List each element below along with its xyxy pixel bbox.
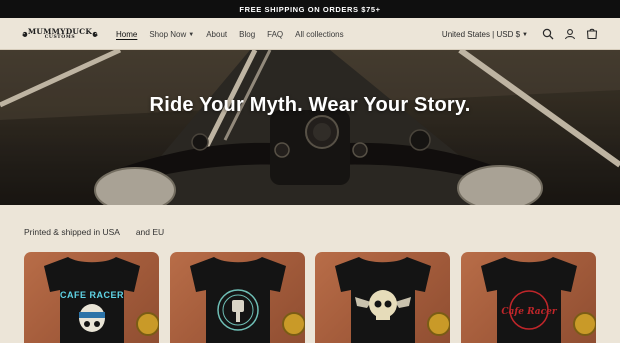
logo-wordmark: MUMMYDUCK CUSTOMS — [27, 26, 93, 41]
nav-all-collections[interactable]: All collections — [295, 30, 343, 39]
tee-print-text: CAFE RACER — [60, 290, 124, 300]
brand-logo[interactable]: MUMMYDUCK CUSTOMS — [22, 24, 98, 44]
hero-banner: Ride Your Myth. Wear Your Story. — [0, 50, 620, 205]
shipping-info-eu: and EU — [135, 227, 165, 237]
search-icon[interactable] — [542, 28, 554, 40]
chevron-down-icon: ▼ — [188, 31, 195, 38]
product-image-winged-skull-tee — [335, 257, 450, 343]
hero-title: Ride Your Myth. Wear Your Story. — [149, 94, 471, 116]
logo-sub-text: CUSTOMS — [44, 35, 76, 40]
hero-motorcycle-image — [0, 50, 620, 205]
product-image-piston-tee — [190, 257, 305, 343]
chevron-down-icon: ▼ — [522, 31, 528, 38]
product-card[interactable]: CAFE RACER — [24, 252, 159, 343]
announcement-text: FREE SHIPPING ON ORDERS $75+ — [239, 4, 381, 14]
product-card[interactable] — [315, 252, 450, 343]
country-selector[interactable]: United States | USD $ ▼ — [442, 30, 528, 39]
account-icon[interactable] — [564, 28, 576, 40]
product-image-cafe-racer-script-tee: Cafe Racer — [481, 257, 596, 343]
country-selector-label: United States | USD $ — [441, 29, 521, 39]
nav-shop-now[interactable]: Shop Now ▼ — [149, 30, 194, 39]
nav-shop-now-label: Shop Now — [149, 29, 187, 39]
duck-right-icon — [92, 31, 98, 37]
product-grid: CAFE RACER Cafe Racer — [24, 252, 596, 343]
announcement-bar: FREE SHIPPING ON ORDERS $75+ — [0, 0, 620, 18]
product-card[interactable]: Cafe Racer — [461, 252, 596, 343]
shipping-info-usa: Printed & shipped in USA — [24, 227, 120, 237]
site-header: MUMMYDUCK CUSTOMS Home Shop Now ▼ About B… — [0, 18, 620, 50]
nav-about[interactable]: About — [206, 30, 227, 39]
header-actions: United States | USD $ ▼ — [442, 18, 598, 50]
product-image-skull-tee: CAFE RACER — [44, 257, 159, 343]
tee-print-text: Cafe Racer — [501, 307, 557, 317]
main-nav: Home Shop Now ▼ About Blog FAQ All collec… — [116, 18, 344, 50]
cart-icon[interactable] — [586, 28, 598, 40]
product-card[interactable] — [170, 252, 305, 343]
logo-main-text: MUMMYDUCK — [27, 26, 93, 36]
shipping-info: Printed & shipped in USA and EU — [24, 227, 164, 237]
nav-blog[interactable]: Blog — [239, 30, 255, 39]
nav-faq[interactable]: FAQ — [267, 30, 283, 39]
nav-home[interactable]: Home — [116, 30, 137, 39]
